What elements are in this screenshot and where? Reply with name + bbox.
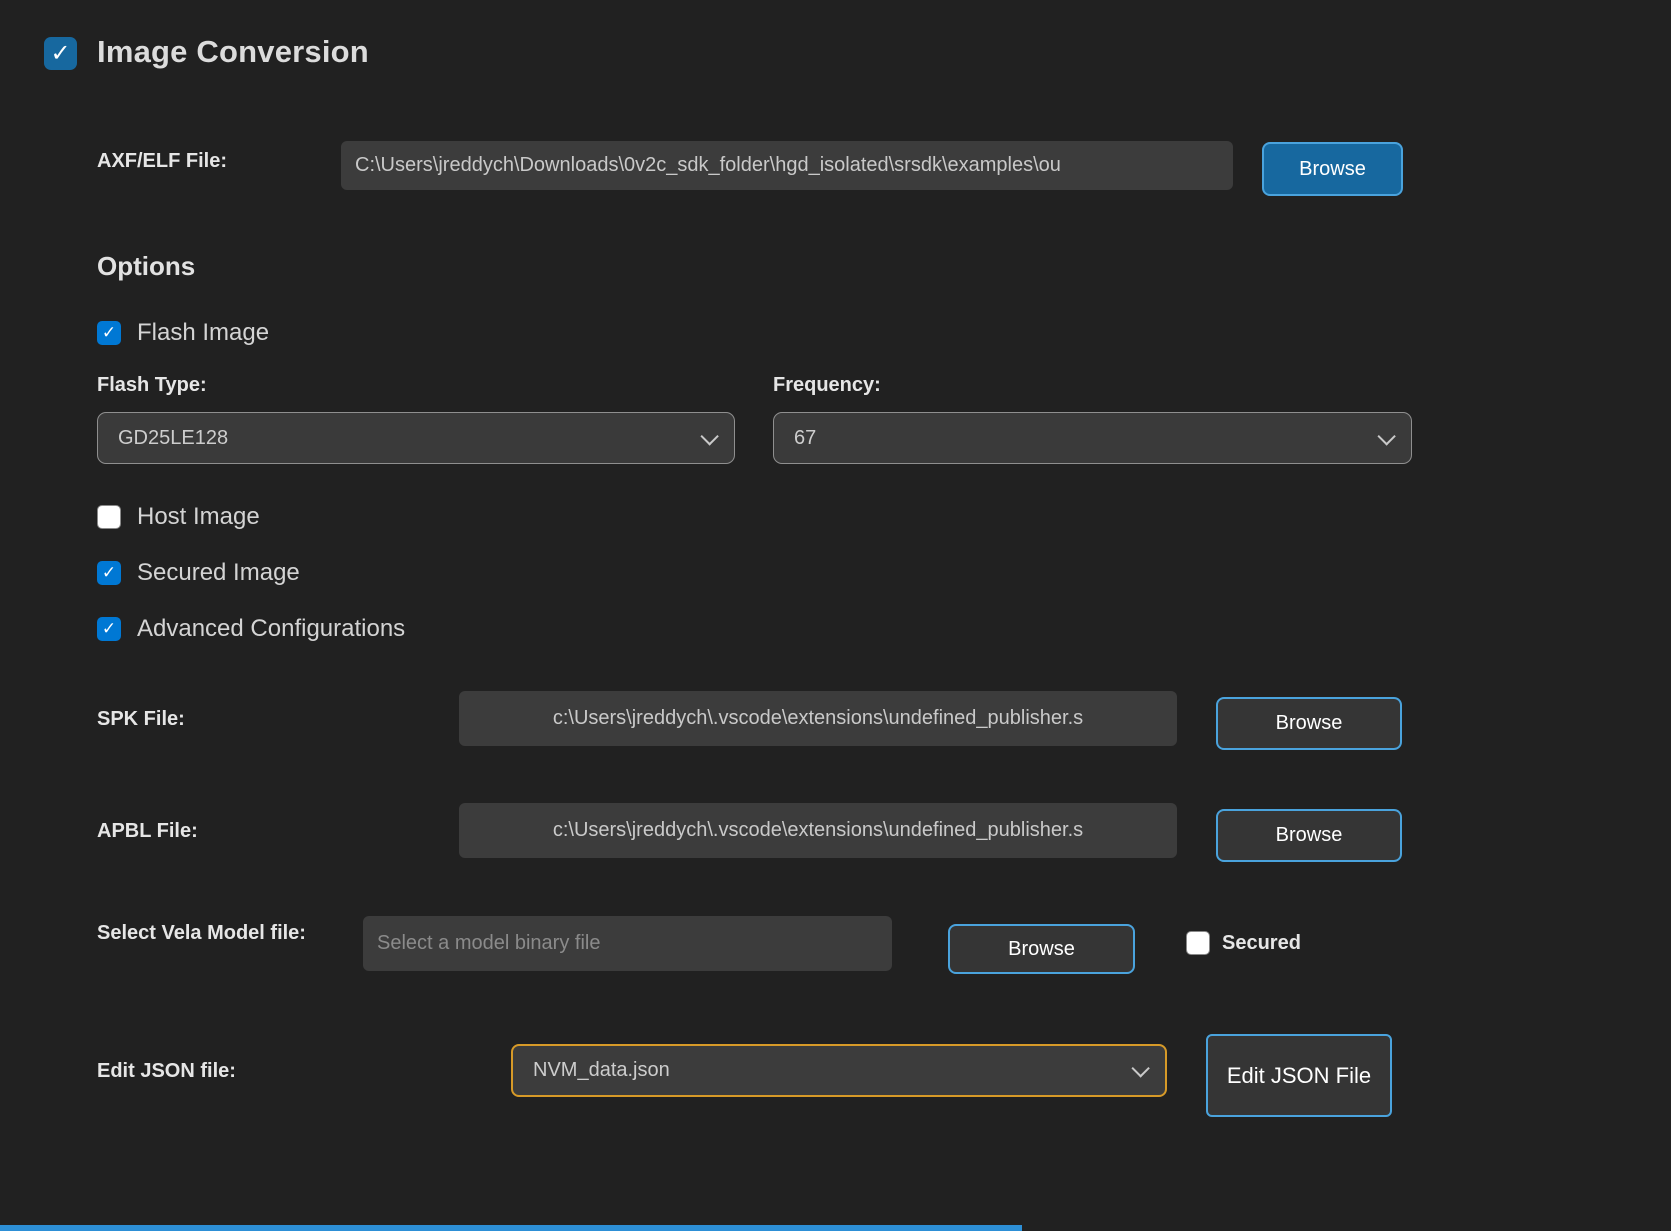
advanced-configurations-checkbox[interactable]: ✓ — [97, 617, 121, 641]
flash-type-value: GD25LE128 — [118, 427, 228, 450]
apbl-browse-button[interactable]: Browse — [1216, 809, 1402, 862]
spk-file-label: SPK File: — [97, 708, 185, 731]
axf-file-label: AXF/ELF File: — [97, 150, 227, 173]
apbl-file-label: APBL File: — [97, 820, 198, 843]
flash-image-checkbox[interactable]: ✓ — [97, 321, 121, 345]
edit-json-file-button[interactable]: Edit JSON File — [1206, 1034, 1392, 1117]
check-icon: ✓ — [102, 563, 116, 583]
flash-image-label: Flash Image — [137, 319, 269, 347]
axf-file-input[interactable] — [341, 141, 1233, 190]
flash-type-label: Flash Type: — [97, 374, 207, 397]
chevron-down-icon — [700, 427, 718, 445]
bottom-cut-element — [0, 1225, 1022, 1231]
host-image-checkbox[interactable] — [97, 505, 121, 529]
edit-json-label: Edit JSON file: — [97, 1060, 236, 1083]
edit-json-value: NVM_data.json — [533, 1059, 670, 1082]
check-icon: ✓ — [102, 323, 116, 343]
frequency-label: Frequency: — [773, 374, 881, 397]
axf-browse-button[interactable]: Browse — [1262, 142, 1403, 196]
chevron-down-icon — [1131, 1059, 1149, 1077]
spk-file-input[interactable] — [459, 691, 1177, 746]
host-image-label: Host Image — [137, 503, 260, 531]
vela-model-label: Select Vela Model file: — [97, 917, 312, 949]
chevron-down-icon — [1377, 427, 1395, 445]
apbl-file-input[interactable] — [459, 803, 1177, 858]
image-conversion-checkbox[interactable]: ✓ — [44, 37, 77, 70]
frequency-select[interactable]: 67 — [773, 412, 1412, 464]
frequency-value: 67 — [794, 427, 816, 450]
vela-secured-label: Secured — [1222, 932, 1301, 955]
page-title: Image Conversion — [97, 34, 369, 70]
spk-browse-button[interactable]: Browse — [1216, 697, 1402, 750]
vela-browse-button[interactable]: Browse — [948, 924, 1135, 974]
vela-model-input[interactable] — [363, 916, 892, 971]
check-icon: ✓ — [102, 619, 116, 639]
edit-json-select[interactable]: NVM_data.json — [511, 1044, 1167, 1097]
image-conversion-panel: ✓ Image Conversion AXF/ELF File: Browse … — [0, 0, 1671, 1231]
advanced-configurations-label: Advanced Configurations — [137, 615, 405, 643]
options-heading: Options — [97, 251, 195, 282]
secured-image-label: Secured Image — [137, 559, 300, 587]
vela-secured-checkbox[interactable] — [1186, 931, 1210, 955]
secured-image-checkbox[interactable]: ✓ — [97, 561, 121, 585]
check-icon: ✓ — [50, 39, 70, 68]
flash-type-select[interactable]: GD25LE128 — [97, 412, 735, 464]
